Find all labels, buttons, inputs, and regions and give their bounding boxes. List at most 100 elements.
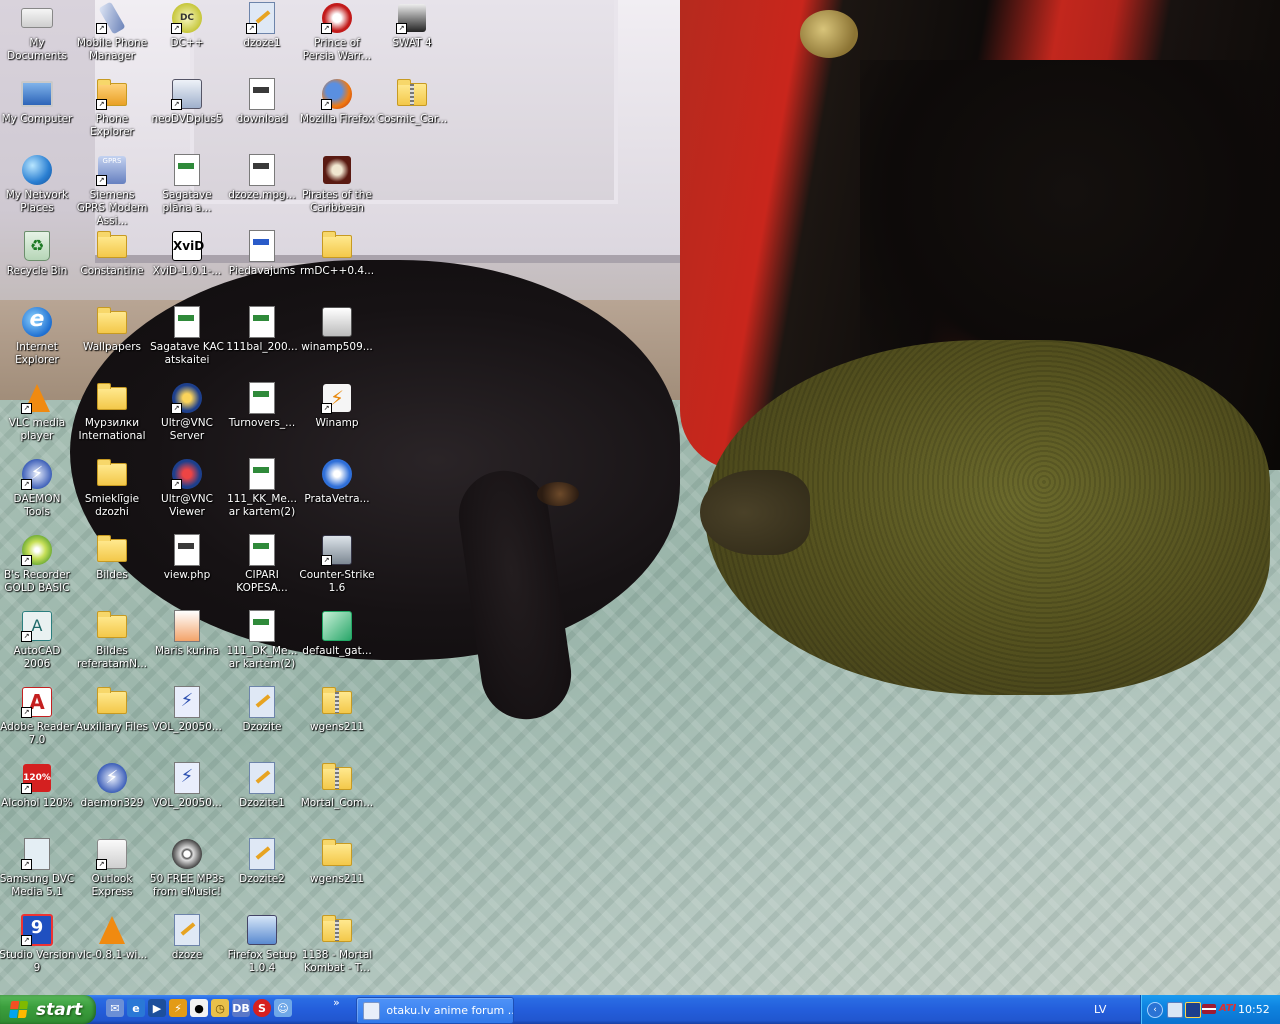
start-label: start <box>36 999 83 1020</box>
desktop-icon[interactable]: Firefox Setup 1.0.4 <box>224 914 300 975</box>
desktop-icon[interactable]: ↗ Prince of Persia Warr... <box>299 2 375 63</box>
desktop-icon[interactable]: 120% ↗ Alcohol 120% <box>0 762 75 810</box>
desktop-icon[interactable]: A ↗ Adobe Reader 7.0 <box>0 686 75 747</box>
dcpp-icon: DC ↗ <box>171 2 203 34</box>
desktop-icon[interactable]: DC ↗ DC++ <box>149 2 225 50</box>
desktop-icon[interactable]: Piedavajums <box>224 230 300 278</box>
db-icon[interactable]: DB <box>232 999 250 1017</box>
desktop-icon[interactable]: ↗ SWAT 4 <box>374 2 450 50</box>
desktop-icon[interactable]: Auxiliary Files <box>74 686 150 734</box>
desktop-icon[interactable]: CIPARI KOPESA... <box>224 534 300 595</box>
shortcut-arrow-icon: ↗ <box>321 23 332 34</box>
desktop-icon[interactable]: ⚡ daemon329 <box>74 762 150 810</box>
network-icon[interactable] <box>1167 1002 1183 1018</box>
word-file-icon-shape <box>249 230 275 262</box>
folder-icon <box>96 382 128 414</box>
desktop-icon[interactable]: My Documents <box>0 2 75 63</box>
language-indicator[interactable]: LV <box>1094 1003 1106 1016</box>
desktop-icon-label: XviD-1.0.1-... <box>152 265 222 277</box>
clock[interactable]: 10:52 <box>1238 1003 1270 1016</box>
start-button[interactable]: start <box>0 995 96 1024</box>
desktop-icon[interactable]: ↗ Mobile Phone Manager <box>74 1 150 63</box>
desktop-icon[interactable]: dzoze.mpg... <box>224 154 300 202</box>
desktop-icon[interactable]: download <box>224 78 300 126</box>
desktop-icon[interactable]: e Internet Explorer <box>0 306 75 367</box>
daemon-tools-icon: ⚡ <box>96 762 128 794</box>
desktop-icon[interactable]: Bildes referatamN... <box>74 610 150 671</box>
winamp-icon[interactable]: ⚡ <box>169 999 187 1017</box>
ati-icon[interactable]: ATI <box>1219 1003 1236 1014</box>
desktop-icon[interactable]: rmDC++0.4... <box>299 230 375 278</box>
desktop-icon[interactable]: ↗ Ultr@VNC Server <box>149 382 225 443</box>
desktop-icon[interactable]: ↗ B's Recorder GOLD BASIC <box>0 534 75 595</box>
desktop-icon[interactable]: Cosmic_Car... <box>374 78 450 126</box>
desktop-icon[interactable]: ↗ Phone Explorer <box>74 78 150 139</box>
clock-app-icon[interactable]: ◷ <box>211 999 229 1017</box>
desktop-icon[interactable]: winamp509... <box>299 306 375 354</box>
outlook-express-icon[interactable]: ✉ <box>106 999 124 1017</box>
web-file-icon-shape <box>249 78 275 110</box>
desktop-icon[interactable]: ⚡ VOL_20050... <box>149 686 225 734</box>
desktop-icon[interactable]: ↗ dzoze1 <box>224 2 300 50</box>
desktop-icon[interactable]: ↗ Outlook Express <box>74 838 150 899</box>
desktop-icon[interactable]: ↗ Mozilla Firefox <box>299 78 375 126</box>
desktop-icon[interactable]: Smieklīgie dzozhi <box>74 458 150 519</box>
desktop-icon-label: Dzozite <box>242 721 282 733</box>
desktop-icon[interactable]: Sagatave KAC atskaitei <box>149 306 225 367</box>
desktop-icon[interactable]: 111_DK_Me... ar kartem(2) <box>224 610 300 671</box>
desktop-icon[interactable]: Maris kurina <box>149 610 225 658</box>
taskbar-window-button[interactable]: otaku.lv anime forum ... <box>356 997 514 1024</box>
desktop-icon[interactable]: A ↗ AutoCAD 2006 <box>0 610 75 671</box>
desktop-icon[interactable]: dzoze <box>149 914 225 962</box>
media-player-icon[interactable]: ▶ <box>148 999 166 1017</box>
flag-icon[interactable] <box>1202 1004 1216 1014</box>
desktop-icon[interactable]: Мурзилки International <box>74 382 150 443</box>
desktop-icon[interactable]: My Network Places <box>0 154 75 215</box>
internet-explorer-icon[interactable]: e <box>127 999 145 1017</box>
desktop-icon[interactable]: vlc-0.8.1-wi... <box>74 914 150 962</box>
desktop-icon[interactable]: default_gat... <box>299 610 375 658</box>
show-hidden-icons-button[interactable]: ‹ <box>1147 1002 1163 1018</box>
desktop-icon[interactable]: 50 FREE MP3s from eMusic! <box>149 838 225 899</box>
quick-launch-more-button[interactable]: » <box>333 996 340 1009</box>
desktop-icon[interactable]: PrataVetra... <box>299 458 375 506</box>
desktop-icon[interactable]: Pirates of the Caribbean <box>299 154 375 215</box>
desktop-icon[interactable]: 9 ↗ Studio Version 9 <box>0 914 75 975</box>
desktop-icon[interactable]: wgens211 <box>299 686 375 734</box>
desktop-icon[interactable]: ⚡ ↗ DAEMON Tools <box>0 458 75 519</box>
skype-icon[interactable]: S <box>253 999 271 1017</box>
desktop-icon[interactable]: ↗ Ultr@VNC Viewer <box>149 458 225 519</box>
desktop-icon[interactable]: ↗ Samsung DVC Media 5.1 <box>0 838 75 899</box>
desktop-icon[interactable]: Constantine <box>74 230 150 278</box>
desktop-icon[interactable]: Wallpapers <box>74 306 150 354</box>
desktop-icon[interactable]: Mortal_Com... <box>299 762 375 810</box>
desktop-icon[interactable]: Dzozite <box>224 686 300 734</box>
desktop-icon[interactable]: Dzozite2 <box>224 838 300 886</box>
desktop-icon[interactable]: My Computer <box>0 78 75 126</box>
shortcut-arrow-icon: ↗ <box>171 479 182 490</box>
desktop-icon[interactable]: 1138 - Mortal Kombat - T... <box>299 914 375 975</box>
desktop-icon[interactable]: view.php <box>149 534 225 582</box>
desktop-icon[interactable]: wgens211 <box>299 838 375 886</box>
installer-icon <box>246 914 278 946</box>
desktop-icon[interactable]: Sagatave plāna a... <box>149 154 225 215</box>
desktop-icon[interactable]: ⚡ VOL_20050... <box>149 762 225 810</box>
desktop-icon[interactable]: Turnovers_... <box>224 382 300 430</box>
desktop-icon-label: Dzozite2 <box>239 873 285 885</box>
desktop-icon[interactable]: ↗ neoDVDplus5 <box>149 78 225 126</box>
desktop-icon[interactable]: 111_KK_Me... ar kartem(2) <box>224 458 300 519</box>
desktop-icon[interactable]: ↗ Counter-Strike 1.6 <box>299 534 375 595</box>
desktop-icon[interactable]: ♻ Recycle Bin <box>0 230 75 278</box>
panda-icon[interactable]: ● <box>190 999 208 1017</box>
zip-folder-icon <box>321 914 353 946</box>
desktop-icon[interactable]: 111bal_200... <box>224 306 300 354</box>
desktop-icon[interactable]: Bildes <box>74 534 150 582</box>
desktop-icon[interactable]: ⚡ ↗ Winamp <box>299 382 375 430</box>
vnc-tray-icon[interactable] <box>1185 1002 1201 1018</box>
messenger-icon[interactable]: ☺ <box>274 999 292 1017</box>
desktop-icon[interactable]: XviD XviD-1.0.1-... <box>149 230 225 278</box>
desktop-icon-label: DC++ <box>170 37 204 49</box>
desktop-icon[interactable]: GPRS ↗ Siemens GPRS Modem Assi... <box>74 154 150 228</box>
desktop-icon[interactable]: ↗ VLC media player <box>0 382 75 443</box>
desktop-icon[interactable]: Dzozite1 <box>224 762 300 810</box>
